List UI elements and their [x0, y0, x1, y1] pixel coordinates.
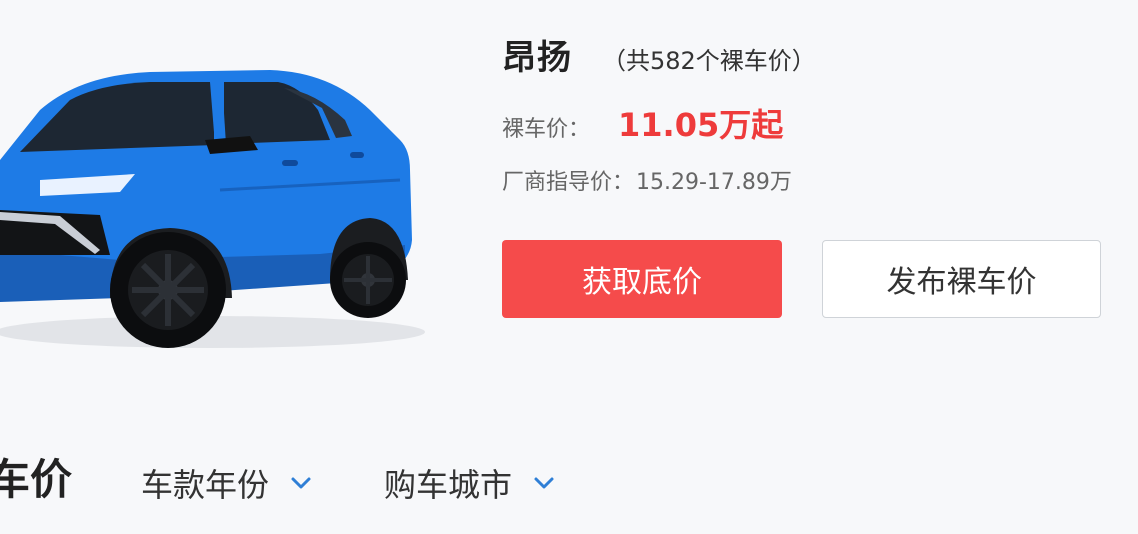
chevron-down-icon: [291, 477, 311, 489]
car-price-card: 昂扬 （共582个裸车价） 裸车价： 11.05万起 厂商指导价：15.29-1…: [0, 0, 1138, 534]
bare-price-row: 裸车价： 11.05万起: [502, 100, 783, 146]
price-count[interactable]: （共582个裸车价）: [602, 41, 816, 76]
car-image: [0, 70, 425, 348]
msrp-label: 厂商指导价：: [502, 170, 635, 195]
msrp-value: 15.29-17.89万: [636, 170, 792, 195]
model-name: 昂扬: [502, 38, 572, 78]
bare-price-label: 裸车价：: [502, 117, 591, 142]
bare-price-value: 11.05万起: [618, 106, 784, 144]
title-row: 昂扬 （共582个裸车价）: [502, 30, 816, 79]
publish-bare-price-button[interactable]: 发布裸车价: [822, 240, 1101, 318]
purchase-city-dropdown[interactable]: 购车城市: [384, 460, 556, 506]
model-year-dropdown[interactable]: 车款年份: [141, 460, 313, 506]
get-lowest-price-button[interactable]: 获取底价: [502, 240, 782, 318]
msrp-row: 厂商指导价：15.29-17.89万: [502, 164, 792, 196]
section-title: 车价: [0, 455, 73, 504]
purchase-city-label: 购车城市: [384, 466, 513, 504]
chevron-down-icon: [534, 477, 554, 489]
model-year-label: 车款年份: [141, 466, 270, 504]
